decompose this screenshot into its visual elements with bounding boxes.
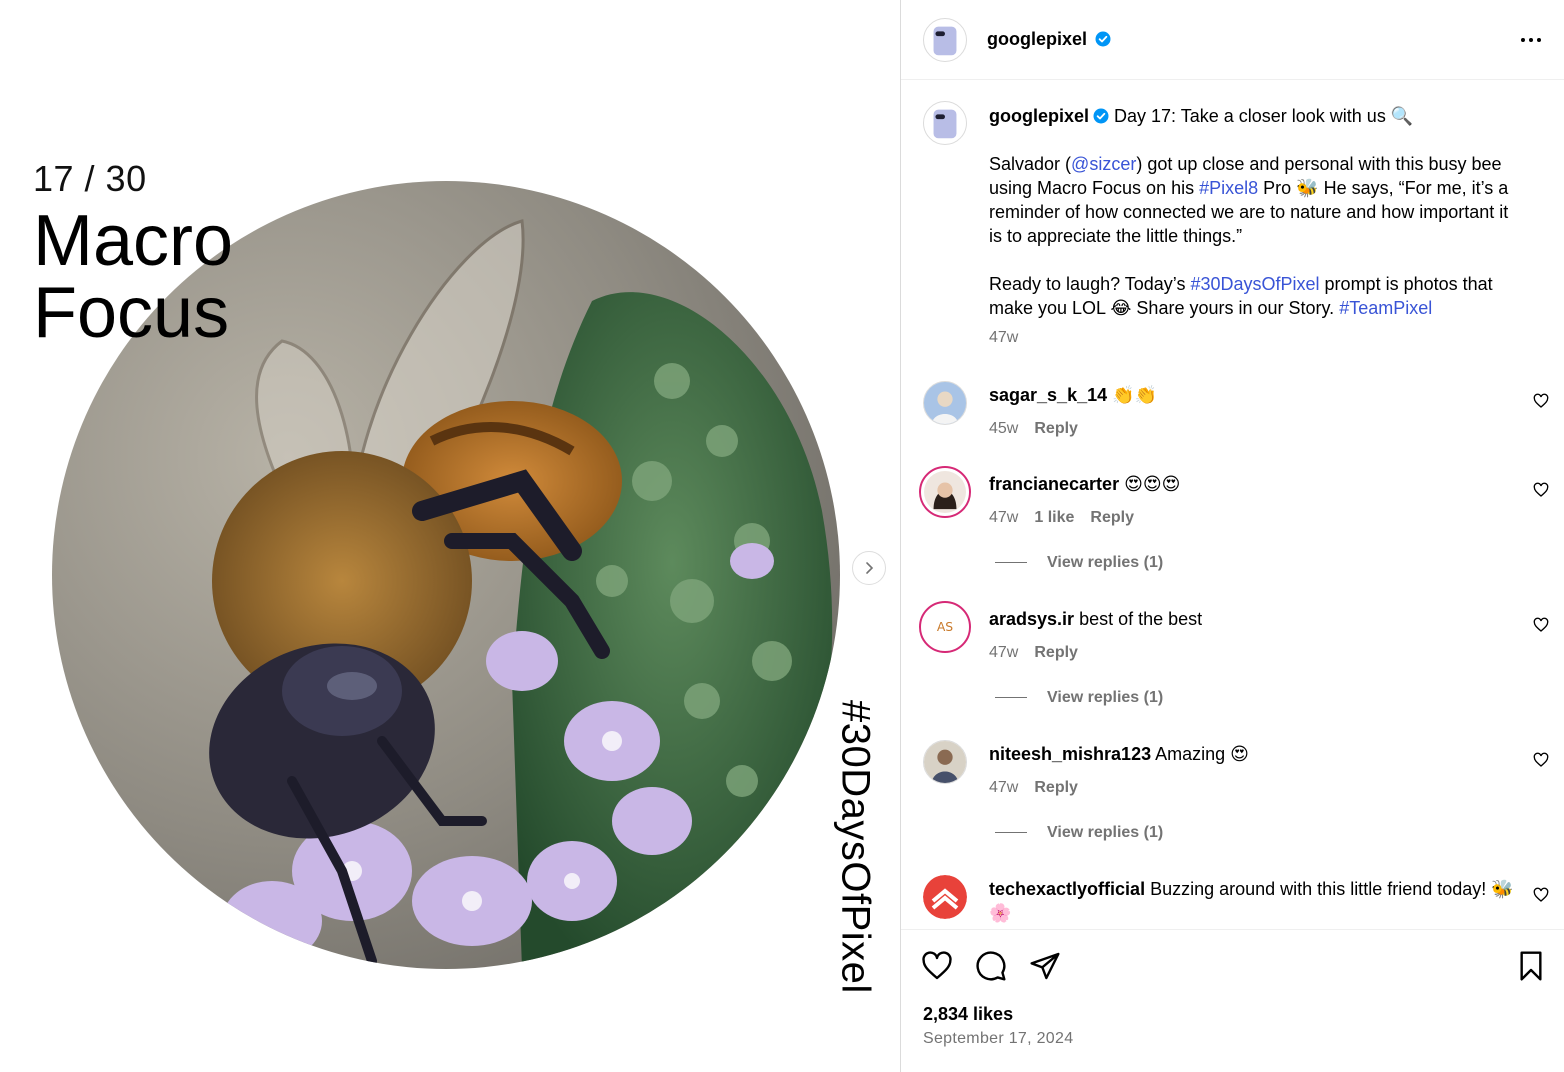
mention-link[interactable]: @sizcer [1071,154,1136,174]
svg-text:AS: AS [937,619,953,634]
caption-paragraph-1: Salvador (@sizcer) got up close and pers… [989,154,1509,246]
comment-username[interactable]: francianecarter [989,474,1119,494]
caption-username[interactable]: googlepixel [989,106,1089,126]
heart-icon[interactable] [1533,482,1549,498]
bookmark-icon[interactable] [1515,950,1547,982]
heart-icon[interactable] [1533,752,1549,768]
author-avatar[interactable] [923,18,967,62]
comment-text: best of the best [1074,609,1203,629]
verified-badge-icon [1093,108,1109,124]
heart-icon[interactable] [921,950,953,982]
comment-text: 👏👏 [1107,385,1157,405]
comment-time: 47w [989,644,1019,661]
comment-text: 😍😍😍 [1119,474,1181,494]
post-media[interactable]: 17 / 30 Macro Focus #30DaysOfPixel [0,0,900,1072]
instagram-post-view: 17 / 30 Macro Focus #30DaysOfPixel googl… [0,0,1564,1072]
comment-row: techexactlyofficial Buzzing around with … [989,877,1519,925]
caption-meta: 47w [989,326,1519,350]
caption-author-avatar[interactable] [923,101,967,145]
post-header: googlepixel [901,0,1564,80]
headline-line-2: Focus [33,273,230,353]
comment-row: sagar_s_k_14 👏👏 45w Reply [989,383,1519,441]
commenter-avatar[interactable]: AS [919,601,971,653]
comment-username[interactable]: niteesh_mishra123 [989,744,1151,764]
hashtag-link[interactable]: #30DaysOfPixel [1190,274,1319,294]
reply-button[interactable]: Reply [1034,644,1078,661]
profile-photo-icon [924,741,966,783]
heart-icon[interactable] [1533,617,1549,633]
commenter-avatar[interactable] [923,740,967,784]
comment-username[interactable]: aradsys.ir [989,609,1074,629]
comment-meta: 47w Reply [989,641,1519,665]
hashtag-link[interactable]: #TeamPixel [1339,298,1432,318]
comment-likes[interactable]: 1 like [1034,509,1074,526]
pixel-phone-icon [933,26,957,56]
aradsys-logo-icon: AS [924,606,966,648]
reply-button[interactable]: Reply [1034,779,1078,796]
reply-button[interactable]: Reply [1034,420,1078,437]
comment-row: aradsys.ir best of the best 47w Reply [989,607,1519,665]
view-replies-button[interactable]: View replies (1) [995,824,1163,842]
view-replies-button[interactable]: View replies (1) [995,689,1163,707]
view-replies-button[interactable]: View replies (1) [995,554,1163,572]
commenter-avatar[interactable] [923,381,967,425]
likes-count[interactable]: 2,834 likes [923,1004,1013,1025]
pixel-phone-icon [933,109,957,139]
comment-row: niteesh_mishra123 Amazing 😍 47w Reply [989,742,1519,800]
comment-username[interactable]: techexactlyofficial [989,879,1145,899]
carousel-next-button[interactable] [852,551,886,585]
comment-username[interactable]: sagar_s_k_14 [989,385,1107,405]
comments-list[interactable]: googlepixel Day 17: Take a closer look w… [901,81,1564,929]
commenter-avatar[interactable] [919,466,971,518]
comment-time: 45w [989,420,1019,437]
commenter-avatar[interactable] [923,875,967,919]
caption-line-1: Day 17: Take a closer look with us 🔍 [1109,106,1414,126]
comment-time: 47w [989,509,1019,526]
comment-meta: 47w 1 like Reply [989,506,1519,530]
post-actions: 2,834 likes September 17, 2024 [901,929,1564,1072]
post-date: September 17, 2024 [923,1030,1074,1047]
slide-counter: 17 / 30 [33,158,147,199]
chevron-right-icon [866,562,874,574]
verified-badge-icon [1095,31,1111,47]
headline-line-1: Macro [33,201,234,281]
heart-icon[interactable] [1533,393,1549,409]
comment-meta: 47w Reply [989,776,1519,800]
more-options-icon [1521,38,1541,42]
techexactly-logo-icon [923,875,967,919]
profile-photo-icon [924,471,966,513]
caption-text: googlepixel Day 17: Take a closer look w… [989,104,1519,350]
profile-photo-icon [924,382,966,424]
comment-text: Amazing 😍 [1151,744,1249,764]
author-name-row: googlepixel [987,29,1111,50]
comment-meta: 45w Reply [989,417,1519,441]
heart-icon[interactable] [1533,887,1549,903]
comment-row: francianecarter 😍😍😍 47w 1 like Reply [989,472,1519,530]
comment-icon[interactable] [975,950,1007,982]
comment-time: 47w [989,779,1019,796]
more-options-button[interactable] [1519,30,1543,50]
hashtag-link[interactable]: #Pixel8 [1199,178,1258,198]
caption-time: 47w [989,329,1019,346]
author-username[interactable]: googlepixel [987,29,1087,49]
vertical-hashtag: #30DaysOfPixel [833,700,878,994]
reply-button[interactable]: Reply [1090,509,1134,526]
post-details-panel: googlepixel googlepixel Day 17: Take a c… [900,0,1564,1072]
share-icon[interactable] [1029,950,1061,982]
media-headline: Macro Focus [33,205,233,349]
caption-paragraph-2: Ready to laugh? Today’s #30DaysOfPixel p… [989,274,1493,318]
